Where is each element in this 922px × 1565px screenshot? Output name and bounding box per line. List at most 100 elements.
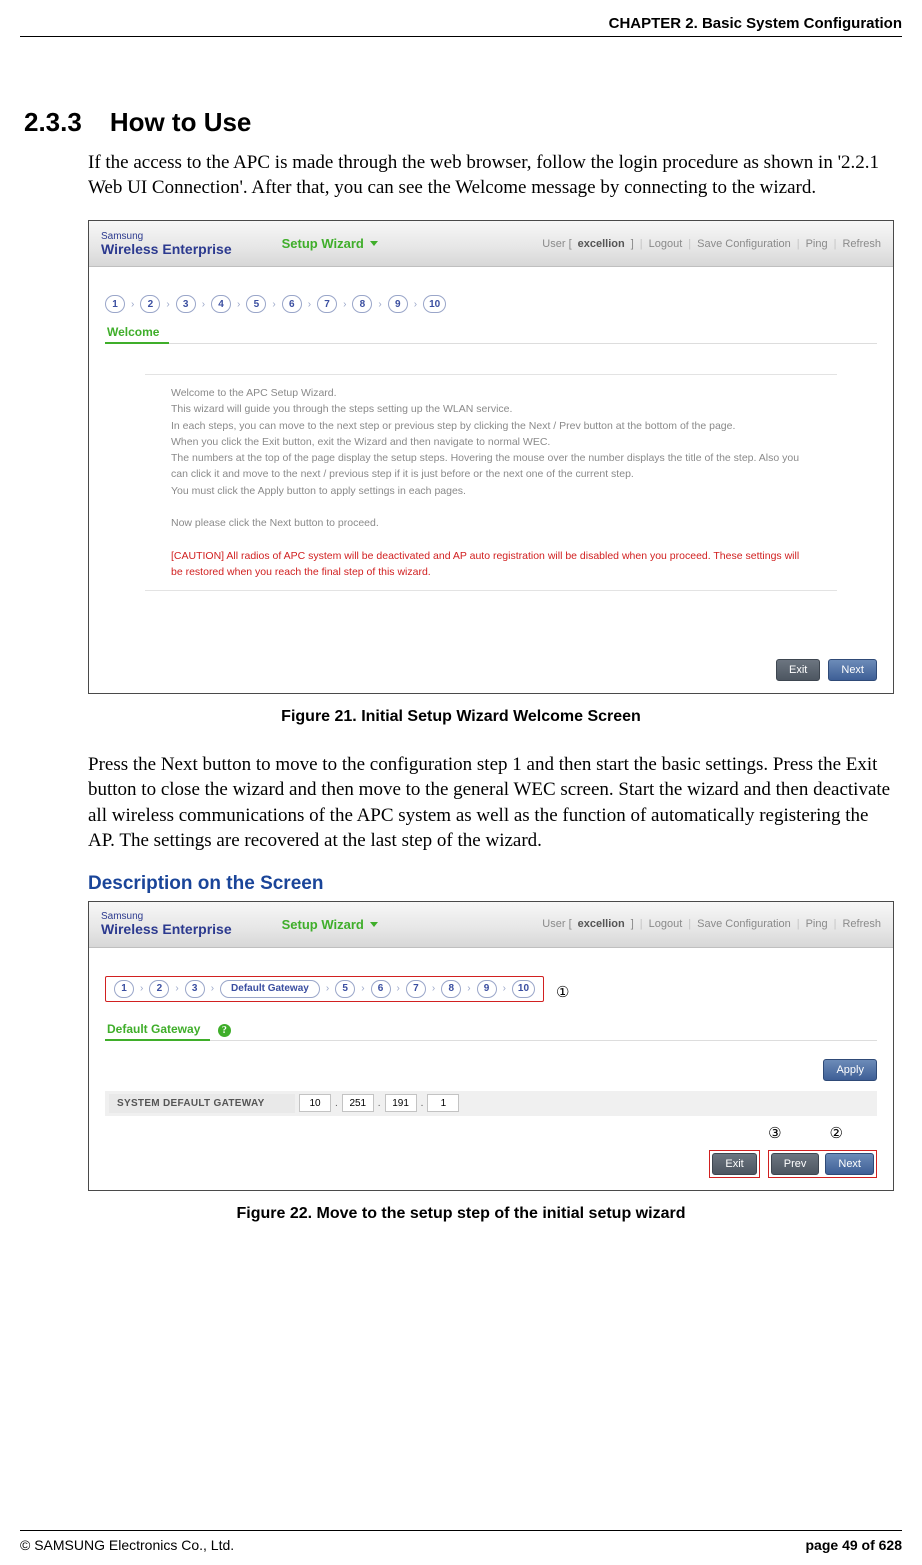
tab-default-gateway[interactable]: Default Gateway (105, 1018, 210, 1041)
refresh-link[interactable]: Refresh (842, 918, 881, 930)
step-separator: › (175, 983, 178, 994)
running-header: CHAPTER 2. Basic System Configuration (20, 15, 902, 37)
welcome-caution: [CAUTION] All radios of APC system will … (171, 548, 811, 581)
figure-1-caption: Figure 21. Initial Setup Wizard Welcome … (20, 708, 902, 726)
figure-2: Samsung Wireless Enterprise Setup Wizard… (88, 901, 894, 1191)
nav-highlight: Prev Next (768, 1150, 877, 1178)
welcome-proceed: Now please click the Next button to proc… (171, 515, 811, 531)
ip-dot: . (335, 1098, 338, 1109)
callout-1: ① (556, 983, 569, 1001)
gateway-row: SYSTEM DEFAULT GATEWAY . . . (105, 1091, 877, 1116)
user-suffix: ] (631, 918, 634, 930)
user-prefix: User [ (542, 918, 571, 930)
step-5[interactable]: 5 (335, 980, 355, 998)
ip-octet-1[interactable] (299, 1094, 331, 1112)
next-button[interactable]: Next (825, 1153, 874, 1175)
step-1[interactable]: 1 (105, 295, 125, 313)
prev-button[interactable]: Prev (771, 1153, 820, 1175)
setup-wizard-label[interactable]: Setup Wizard (282, 917, 364, 932)
step-10[interactable]: 10 (512, 980, 535, 998)
step-9[interactable]: 9 (388, 295, 408, 313)
separator: | (640, 918, 643, 930)
step-separator: › (308, 299, 311, 310)
step-3[interactable]: 3 (176, 295, 196, 313)
description-heading: Description on the Screen (88, 873, 902, 895)
apply-row: Apply (105, 1059, 877, 1081)
separator: | (834, 918, 837, 930)
step-2[interactable]: 2 (140, 295, 160, 313)
exit-highlight: Exit (709, 1150, 759, 1178)
step-4[interactable]: 4 (211, 295, 231, 313)
exit-button[interactable]: Exit (776, 659, 820, 681)
user-name: excellion (578, 918, 625, 930)
button-row: Exit Next (105, 659, 877, 681)
ip-dot: . (421, 1098, 424, 1109)
separator: | (834, 238, 837, 250)
exit-button[interactable]: Exit (712, 1153, 756, 1175)
header-right: User [ excellion ] | Logout | Save Confi… (542, 238, 881, 250)
step-separator: › (361, 983, 364, 994)
separator: | (797, 238, 800, 250)
user-name: excellion (578, 238, 625, 250)
ip-octet-4[interactable] (427, 1094, 459, 1112)
step-8[interactable]: 8 (352, 295, 372, 313)
callout-2: ② (830, 1124, 843, 1142)
step-1[interactable]: 1 (114, 980, 134, 998)
step-7[interactable]: 7 (317, 295, 337, 313)
apply-button[interactable]: Apply (823, 1059, 877, 1081)
intro-paragraph: If the access to the APC is made through… (88, 150, 894, 200)
welcome-message: Welcome to the APC Setup Wizard. This wi… (145, 374, 837, 591)
step-separator: › (237, 299, 240, 310)
step-6[interactable]: 6 (282, 295, 302, 313)
save-config-link[interactable]: Save Configuration (697, 918, 791, 930)
next-button[interactable]: Next (828, 659, 877, 681)
step-9[interactable]: 9 (477, 980, 497, 998)
welcome-line: When you click the Exit button, exit the… (171, 434, 811, 450)
ping-link[interactable]: Ping (806, 238, 828, 250)
user-prefix: User [ (542, 238, 571, 250)
step-separator: › (343, 299, 346, 310)
step-7[interactable]: 7 (406, 980, 426, 998)
app-header: Samsung Wireless Enterprise Setup Wizard… (89, 902, 893, 948)
figure-1: Samsung Wireless Enterprise Setup Wizard… (88, 220, 894, 694)
logout-link[interactable]: Logout (649, 238, 683, 250)
callout-3: ③ (768, 1124, 781, 1142)
logo: Samsung Wireless Enterprise (101, 232, 232, 256)
callouts-below: ③ ② (105, 1124, 877, 1142)
footer-page: page 49 of 628 (806, 1537, 903, 1553)
step-separator: › (397, 983, 400, 994)
step-2[interactable]: 2 (149, 980, 169, 998)
welcome-line: The numbers at the top of the page displ… (171, 450, 811, 483)
welcome-line: Welcome to the APC Setup Wizard. (171, 385, 811, 401)
save-config-link[interactable]: Save Configuration (697, 238, 791, 250)
step-separator: › (467, 983, 470, 994)
step-default-gateway[interactable]: Default Gateway (220, 980, 320, 998)
logout-link[interactable]: Logout (649, 918, 683, 930)
step-separator: › (326, 983, 329, 994)
section-heading: 2.3.3How to Use (24, 107, 902, 138)
step-5[interactable]: 5 (246, 295, 266, 313)
welcome-line: You must click the Apply button to apply… (171, 483, 811, 499)
separator: | (688, 238, 691, 250)
step-6[interactable]: 6 (371, 980, 391, 998)
help-icon[interactable]: ? (218, 1024, 231, 1037)
footer-copyright: © SAMSUNG Electronics Co., Ltd. (20, 1537, 234, 1553)
tab-welcome[interactable]: Welcome (105, 321, 169, 344)
ping-link[interactable]: Ping (806, 918, 828, 930)
button-row: Exit Prev Next (105, 1150, 877, 1178)
setup-wizard-label[interactable]: Setup Wizard (282, 236, 364, 251)
wizard-steps-highlighted: 1› 2› 3› Default Gateway› 5› 6› 7› 8› 9›… (105, 976, 544, 1002)
step-3[interactable]: 3 (185, 980, 205, 998)
step-8[interactable]: 8 (441, 980, 461, 998)
welcome-line: In each steps, you can move to the next … (171, 418, 811, 434)
step-separator: › (272, 299, 275, 310)
refresh-link[interactable]: Refresh (842, 238, 881, 250)
step-10[interactable]: 10 (423, 295, 446, 313)
step-separator: › (378, 299, 381, 310)
ip-octet-3[interactable] (385, 1094, 417, 1112)
header-right: User [ excellion ] | Logout | Save Confi… (542, 918, 881, 930)
separator: | (688, 918, 691, 930)
ip-octet-2[interactable] (342, 1094, 374, 1112)
step-separator: › (432, 983, 435, 994)
section-title: How to Use (110, 107, 252, 137)
